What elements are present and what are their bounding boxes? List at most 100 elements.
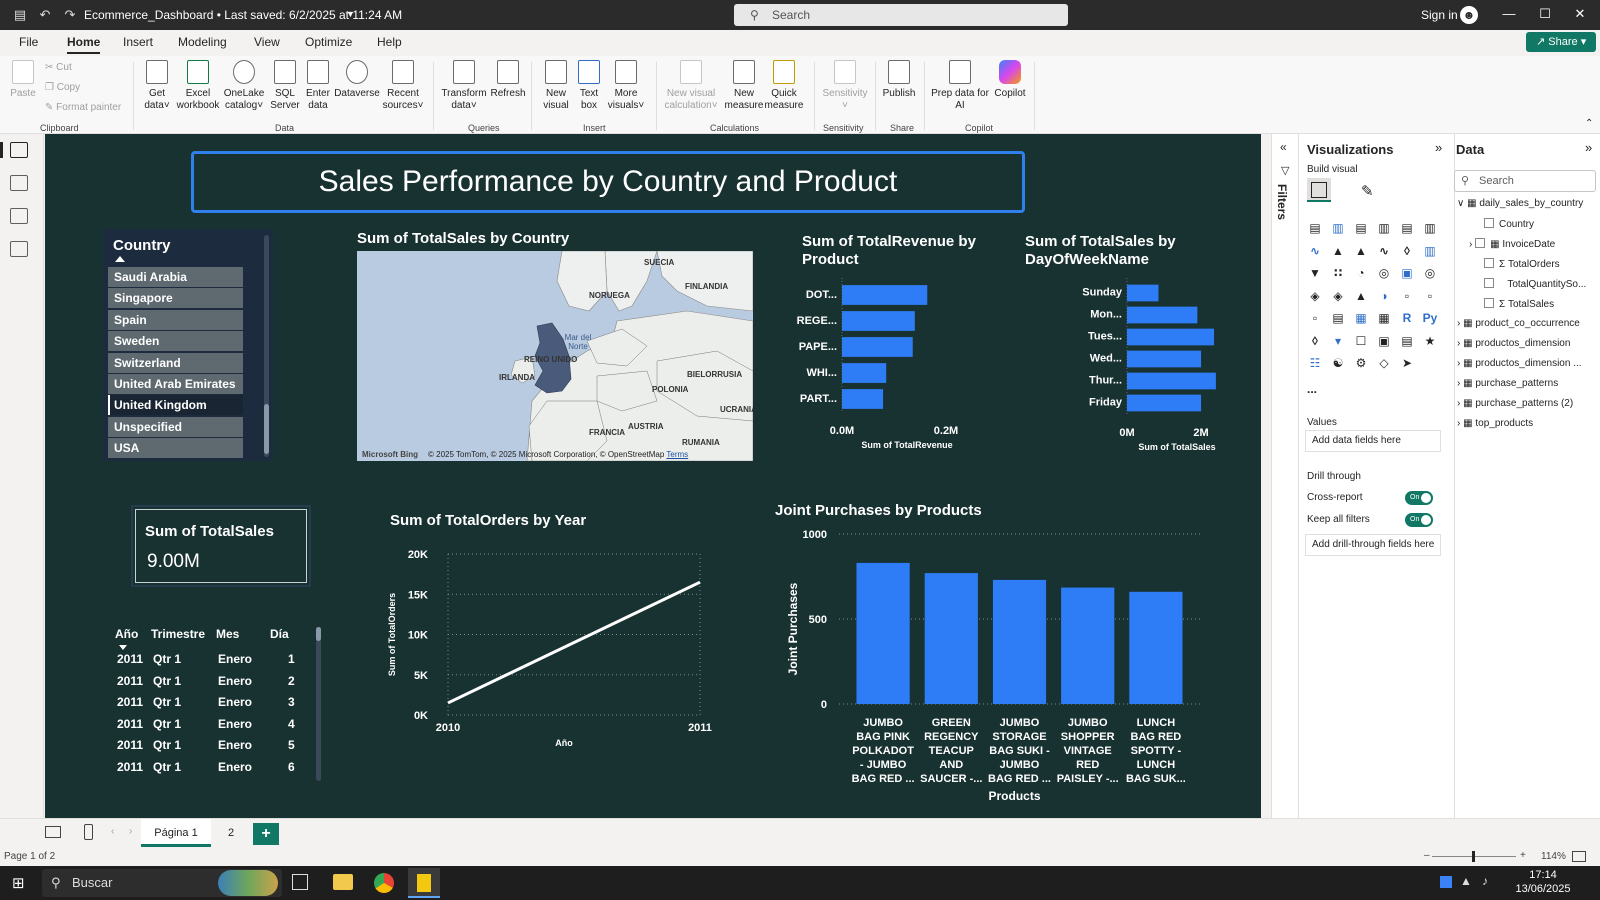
new-measure-button[interactable]: New measure [724,60,764,112]
power-automate-visual-icon[interactable]: ☯ [1330,355,1346,371]
ribbon-visual-icon[interactable]: ◊ [1399,243,1415,259]
report-view-icon[interactable] [10,142,28,158]
chevron-right-icon[interactable]: › [1457,338,1460,349]
slicer-visual-icon[interactable]: ▤ [1330,310,1346,326]
waterfall-visual-icon[interactable]: ▥ [1422,243,1438,259]
excel-workbook-button[interactable]: Excel workbook [176,60,220,112]
table-year-header[interactable]: Año [115,627,138,641]
field-checkbox[interactable] [1484,278,1494,288]
bar[interactable] [1127,284,1159,302]
previous-page-icon[interactable]: ‹ [111,826,114,837]
recent-sources-button[interactable]: Recent sources˅ [380,60,426,112]
area-visual-icon[interactable]: ▲ [1330,243,1346,259]
table-day-header[interactable]: Día [270,627,289,641]
windows-start-icon[interactable]: ⊞ [12,874,25,892]
bar[interactable] [842,285,928,305]
add-page-button[interactable]: + [253,823,279,845]
slicer-item[interactable]: Sweden [108,331,243,352]
refresh-button[interactable]: Refresh [490,60,526,100]
save-icon[interactable]: ▤ [11,6,29,24]
format-painter-button[interactable]: ✎ Format painter [45,102,121,113]
sales-by-country-map[interactable]: SUECIA NORUEGA FINLANDIA Mar del Norte R… [357,251,753,461]
chevron-right-icon[interactable]: › [1469,239,1472,250]
chevron-right-icon[interactable]: › [1457,318,1460,329]
paste-button[interactable]: Paste [8,60,38,100]
mobile-layout-icon[interactable] [84,824,93,840]
slicer-item[interactable]: United Arab Emirates [108,374,243,394]
diamond-visual-icon[interactable]: ◇ [1376,355,1392,371]
chevron-right-icon[interactable]: › [1457,378,1460,389]
tab-optimize[interactable]: Optimize [305,35,352,49]
orders-by-year-chart[interactable]: 0K 5K 10K 15K 20K 2010 2011 Año Sum of TotalOrde… [380,532,720,752]
data-field-item[interactable]: TotalQuantitySo... [1484,278,1586,290]
slicer-item[interactable]: United Kingdom [108,395,243,416]
bar[interactable] [842,363,887,383]
sales-by-day-chart[interactable]: Sunday Mon... Tues... Wed... Thur... Friday 0M… [1013,274,1238,459]
more-visuals-button[interactable]: More visuals˅ [604,60,648,112]
get-data-button[interactable]: Get data˅ [140,60,174,112]
data-table-item[interactable]: › ▦ product_co_occurrence [1457,318,1580,329]
data-table-item[interactable]: › ▦ purchase_patterns [1457,378,1558,389]
clock-date[interactable]: 13/06/2025 [1515,883,1571,895]
trophy-visual-icon[interactable]: ★ [1422,333,1438,349]
slicer-scrollbar-thumb[interactable] [264,404,269,454]
table-view-icon[interactable] [10,175,28,191]
map-visual-icon[interactable]: ◎ [1422,265,1438,281]
drill-through-well[interactable]: Add drill-through fields here [1305,534,1441,556]
share-button[interactable]: ↗ Share ▾ [1526,32,1596,52]
prep-data-for-ai-button[interactable]: Prep data for AI [929,60,991,112]
decomposition-visual-icon[interactable]: ▾ [1330,333,1346,349]
slicer-item[interactable]: USA [108,438,243,459]
quick-measure-button[interactable]: Quick measure [764,60,804,112]
paginated-visual-icon[interactable]: ▤ [1399,333,1415,349]
collapse-ribbon-icon[interactable]: ⌃ [1585,118,1593,129]
bar[interactable] [1127,306,1198,324]
joint-purchases-chart[interactable]: 0 500 1000 JUMBO BAG PINK POLKADOT - JUMBO BAG … [765,520,1205,800]
network-icon[interactable]: ▲ [1460,874,1472,888]
text-box-button[interactable]: Text box [574,60,604,112]
chrome-icon[interactable] [374,873,394,893]
data-field-item[interactable]: Σ TotalSales [1484,298,1554,310]
keep-all-filters-toggle[interactable]: On [1405,513,1433,527]
minimize-icon[interactable]: — [1499,6,1519,21]
chevron-right-icon[interactable]: › [1457,398,1460,409]
clock-time[interactable]: 17:14 [1515,869,1571,881]
bar[interactable] [1127,372,1216,390]
fit-to-page-icon[interactable] [1572,851,1586,862]
close-icon[interactable]: ✕ [1570,6,1590,22]
tab-file[interactable]: File [19,35,38,49]
field-checkbox[interactable] [1484,258,1494,268]
copy-button[interactable]: ❐ Copy [45,82,80,93]
arrow-visual-icon[interactable]: ➤ [1399,355,1415,371]
data-table-item[interactable]: › ▦ purchase_patterns (2) [1457,398,1573,409]
volume-icon[interactable]: ♪ [1482,874,1488,888]
r-visual-visual-icon[interactable]: R [1399,310,1415,326]
shape-map-visual-icon[interactable]: ◈ [1330,288,1346,304]
table-month-header[interactable]: Mes [216,627,239,641]
bar[interactable] [856,562,910,704]
table-scrollbar-thumb[interactable] [316,627,321,641]
kpi-visual-icon[interactable]: ▫ [1307,310,1323,326]
metrics-visual-icon[interactable]: ⚙ [1353,355,1369,371]
slicer-item[interactable]: Singapore [108,288,243,309]
treemap-visual-icon[interactable]: ▣ [1399,265,1415,281]
bar[interactable] [842,337,913,357]
more-visuals-ellipsis[interactable]: ... [1307,382,1317,396]
slicer-item[interactable]: Saudi Arabia [108,267,243,287]
narrative-visual-icon[interactable]: ▣ [1376,333,1392,349]
data-table-item[interactable]: › ▦ top_products [1457,418,1533,429]
scatter-visual-icon[interactable]: ∷ [1330,265,1346,281]
chevron-right-icon[interactable]: › [1457,418,1460,429]
stacked-area-visual-icon[interactable]: ▲ [1353,243,1369,259]
bar[interactable] [1129,591,1183,704]
file-explorer-icon[interactable] [333,874,353,890]
expand-visualizations-icon[interactable]: » [1435,140,1442,155]
global-search-input[interactable]: ⚲ Search [734,4,1068,26]
tab-modeling[interactable]: Modeling [178,35,227,49]
data-table-item[interactable]: › ▦ productos_dimension [1457,338,1570,349]
map-terms-link[interactable]: Terms [666,450,688,459]
tab-view[interactable]: View [254,35,280,49]
chevron-down-icon[interactable]: ∨ [1457,198,1464,209]
series-line[interactable] [447,580,701,705]
table-scrollbar[interactable] [316,627,321,781]
